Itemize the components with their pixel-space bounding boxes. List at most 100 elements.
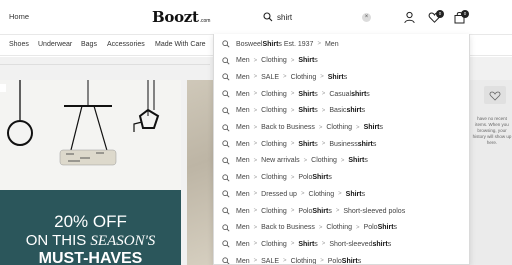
search-suggestion-item[interactable]: Men > Clothing > Shirt s > Basic shirt s — [222, 105, 467, 117]
search-suggestion-item[interactable]: Men > Back to Business > Clothing > Shirt s — [222, 122, 467, 134]
suggestion-search-icon — [222, 140, 230, 148]
suggestion-text: Men — [236, 140, 250, 148]
suggestion-text: Clothing — [261, 240, 287, 248]
search-suggestion-item[interactable]: Men > Back to Business > Clothing > Polo Shirt… — [222, 222, 467, 234]
suggestion-match-text: shirt — [372, 240, 388, 248]
heart-outline-icon — [489, 91, 501, 101]
nav-item-accessories[interactable]: Accessories — [107, 41, 145, 48]
suggestion-text: Clothing — [261, 140, 287, 148]
suggestion-text: Polo — [363, 224, 378, 232]
suggestion-text: Men — [236, 207, 250, 215]
breadcrumb-separator: > — [253, 91, 258, 98]
account-icon[interactable] — [403, 11, 416, 24]
suggestion-text: Basic — [329, 107, 347, 115]
suggestion-text: Clothing — [326, 224, 353, 232]
suggestion-text: s — [328, 174, 332, 182]
breadcrumb-separator: > — [253, 208, 258, 214]
suggestion-text: s — [328, 207, 332, 215]
suggestion-text: Polo — [298, 174, 313, 182]
suggestion-text: Short-sleeved — [329, 240, 373, 248]
suggestion-text: s — [357, 257, 362, 265]
suggestion-text: Men — [236, 174, 250, 182]
breadcrumb-separator: > — [253, 74, 258, 81]
search-suggestion-item[interactable]: Men > SALE > Clothing > Shirt s — [222, 71, 467, 83]
breadcrumb-separator: > — [303, 157, 308, 164]
search-suggestion-item[interactable]: Men > SALE > Clothing > Polo Shirt s — [222, 255, 467, 265]
breadcrumb-separator: > — [290, 107, 295, 114]
breadcrumb-separator: > — [253, 191, 258, 198]
suggestion-search-icon — [222, 107, 230, 115]
nav-item-made-with-care[interactable]: Made With Care — [155, 41, 206, 48]
suggestion-text: Men — [236, 124, 250, 131]
nav-item-bags[interactable]: Bags — [81, 41, 97, 48]
breadcrumb-separator: > — [320, 258, 324, 265]
cart-count-badge: 0 — [461, 10, 469, 18]
home-link[interactable]: Home — [9, 12, 29, 21]
suggestion-text: s — [314, 90, 318, 98]
clear-search-icon[interactable]: × — [362, 13, 371, 22]
breadcrumb-separator: > — [340, 157, 345, 164]
suggestion-text: Men — [236, 73, 250, 81]
breadcrumb-separator: > — [356, 124, 360, 131]
breadcrumb-separator: > — [253, 224, 258, 231]
breadcrumb-separator: > — [338, 191, 342, 198]
promo-headline: 20% OFF — [54, 212, 127, 231]
suggestion-search-icon — [222, 123, 230, 132]
carousel-prev-button[interactable] — [0, 84, 6, 92]
suggestion-text: s — [361, 190, 366, 198]
suggestion-match-text: Shirt — [312, 207, 329, 215]
suggestion-text: s — [379, 124, 384, 131]
suggestion-text: Clothing — [261, 207, 287, 215]
suggestion-text: Back to Business — [261, 224, 315, 232]
suggestion-text: s — [387, 240, 392, 248]
search-suggestion-item[interactable]: Men > Clothing > Shirt s > Casual shirt s — [222, 88, 467, 100]
promo-tagline: MUST-HAVES — [38, 250, 143, 265]
breadcrumb-separator: > — [290, 174, 295, 181]
suggestion-text: s — [366, 90, 370, 98]
suggestion-text: s — [314, 140, 318, 148]
search-suggestion-item[interactable]: Men > Clothing > Shirt s — [222, 55, 467, 67]
search-suggestion-item[interactable]: Men > Clothing > Shirt s > Business shirt s — [222, 138, 467, 150]
suggestion-text: Short-sleeved polos — [343, 207, 406, 215]
suggestion-search-icon — [222, 40, 230, 48]
breadcrumb-separator: > — [320, 74, 324, 81]
nav-item-underwear[interactable]: Underwear — [38, 41, 72, 48]
recently-viewed-heart-card[interactable] — [484, 86, 506, 104]
suggestion-match-text: Shirt — [341, 257, 358, 265]
boozt-logo[interactable]: Boozt.com — [152, 8, 210, 26]
suggestion-text: s — [364, 157, 368, 165]
suggestion-text: s Est. 1937 — [278, 40, 314, 48]
suggestion-text: SALE — [261, 257, 280, 265]
suggestion-match-text: Shirt — [262, 40, 279, 48]
suggestion-match-text: Shirt — [312, 174, 329, 182]
search-icon[interactable] — [263, 12, 273, 22]
breadcrumb-separator: > — [318, 124, 323, 131]
suggestion-text: Men — [236, 107, 250, 115]
suggestion-text: SALE — [261, 73, 280, 81]
suggestion-text: Back to Business — [261, 124, 315, 131]
suggestion-match-text: Shirt — [298, 240, 315, 248]
promo-subline: ON THIS SEASON'S — [25, 232, 156, 249]
search-suggestion-item[interactable]: Men > Clothing > Shirt s > Short-sleeved shirt s — [222, 238, 467, 250]
search-input[interactable] — [277, 11, 357, 24]
search-suggestion-item[interactable]: Bosweel Shirt s Est. 1937 > Men — [222, 38, 467, 50]
suggestion-match-text: Shirt — [345, 190, 362, 198]
breadcrumb-separator: > — [253, 141, 258, 148]
search-suggestion-item[interactable]: Men > Dressed up > Clothing > Shirt s — [222, 188, 467, 200]
breadcrumb-separator: > — [318, 224, 323, 231]
breadcrumb-separator: > — [321, 107, 326, 114]
search-suggestion-item[interactable]: Men > New arrivals > Clothing > Shirt s — [222, 155, 467, 167]
promo-banner[interactable]: 20% OFF ON THIS SEASON'S MUST-HAVES — [0, 80, 181, 265]
search-suggestion-item[interactable]: Men > Clothing > Polo Shirt s > Short-sleeved p… — [222, 205, 467, 217]
suggestion-text: s — [393, 224, 398, 232]
suggestion-text: s — [314, 57, 318, 65]
breadcrumb-separator: > — [335, 208, 340, 214]
search-suggestion-item[interactable]: Men > Clothing > Polo Shirt s — [222, 172, 467, 184]
suggestion-search-icon — [222, 73, 230, 81]
suggestion-text: Men — [236, 240, 250, 248]
suggestion-match-text: Shirt — [298, 107, 315, 115]
nav-item-shoes[interactable]: Shoes — [9, 41, 29, 48]
suggestion-text: Clothing — [261, 107, 287, 115]
suggestion-text: Clothing — [290, 73, 317, 81]
suggestion-search-icon — [222, 240, 230, 248]
